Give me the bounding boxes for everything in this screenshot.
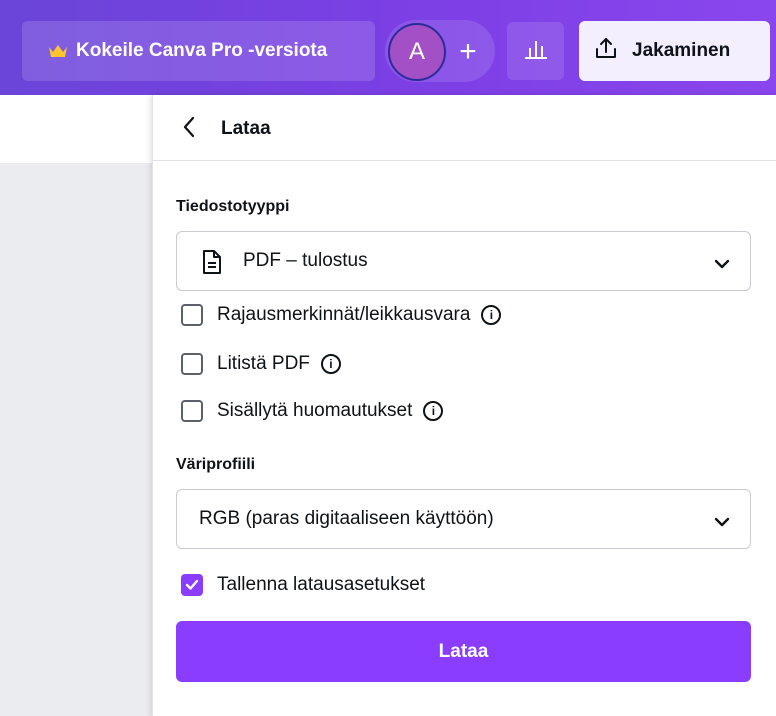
color-profile-value: RGB (paras digitaaliseen käyttöön) [199, 508, 494, 529]
crop-marks-checkbox[interactable] [181, 304, 203, 326]
avatar-initial: A [408, 38, 425, 65]
file-type-value: PDF – tulostus [243, 250, 368, 271]
include-notes-option[interactable]: Sisällytä huomautukset i [181, 400, 444, 422]
chevron-left-icon [182, 116, 196, 143]
try-canva-pro-label: Kokeile Canva Pro -versiota [76, 40, 328, 61]
document-icon [202, 249, 222, 281]
editor-canvas-area [0, 163, 152, 716]
flatten-pdf-checkbox[interactable] [181, 353, 203, 375]
info-icon[interactable]: i [423, 401, 444, 421]
include-notes-checkbox[interactable] [181, 400, 203, 422]
crop-marks-label: Rajausmerkinnät/leikkausvara [217, 304, 471, 325]
crop-marks-option[interactable]: Rajausmerkinnät/leikkausvara i [181, 304, 502, 326]
color-profile-select[interactable]: RGB (paras digitaaliseen käyttöön) [176, 489, 751, 549]
top-toolbar: Kokeile Canva Pro -versiota A + Jakamine… [0, 0, 776, 95]
panel-header: Lataa [153, 95, 776, 161]
plus-icon: + [459, 35, 477, 68]
panel-title: Lataa [221, 118, 271, 139]
share-label: Jakaminen [632, 40, 731, 61]
avatar[interactable]: A [388, 23, 446, 81]
file-type-select[interactable]: PDF – tulostus [176, 231, 751, 291]
share-button[interactable]: Jakaminen [579, 21, 770, 81]
flatten-pdf-option[interactable]: Litistä PDF i [181, 353, 341, 375]
try-canva-pro-button[interactable]: Kokeile Canva Pro -versiota [22, 21, 375, 81]
save-settings-checkbox[interactable] [181, 574, 203, 596]
chevron-down-icon [714, 512, 730, 534]
color-profile-label: Väriprofiili [176, 456, 256, 473]
crown-icon [48, 43, 68, 59]
bar-chart-icon [524, 38, 548, 65]
download-button-label: Lataa [438, 640, 489, 662]
info-icon[interactable]: i [481, 305, 502, 325]
upload-icon [594, 36, 632, 66]
insights-button[interactable] [507, 22, 564, 80]
download-button[interactable]: Lataa [176, 621, 751, 682]
save-settings-label: Tallenna latausasetukset [217, 574, 426, 595]
checkmark-icon [185, 579, 199, 590]
include-notes-label: Sisällytä huomautukset [217, 400, 413, 421]
add-collaborator-button[interactable]: + [446, 28, 490, 76]
info-icon[interactable]: i [320, 354, 341, 374]
download-panel: Lataa Tiedostotyyppi PDF – tulostus Raja… [152, 95, 776, 716]
chevron-down-icon [714, 254, 730, 276]
back-button[interactable] [177, 115, 201, 143]
flatten-pdf-label: Litistä PDF [217, 353, 310, 374]
editor-toolbar-area [0, 95, 152, 163]
save-settings-option[interactable]: Tallenna latausasetukset [181, 574, 425, 596]
file-type-label: Tiedostotyyppi [176, 198, 290, 215]
